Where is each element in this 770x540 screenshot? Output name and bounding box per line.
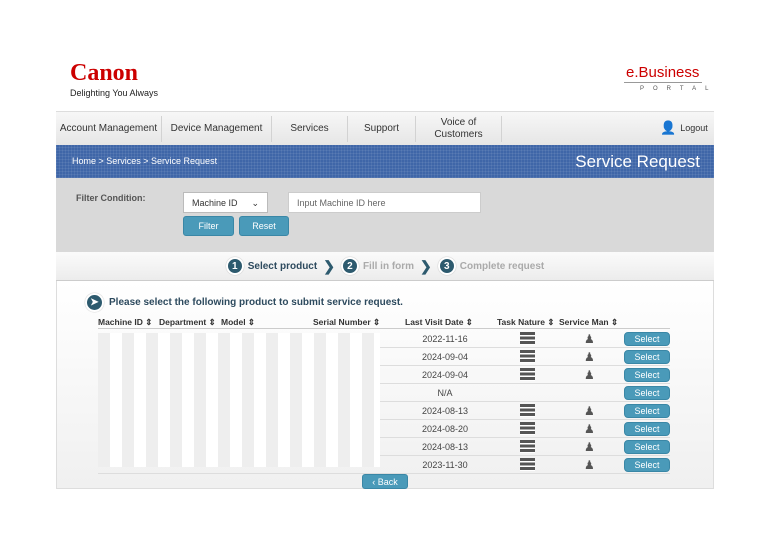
- logout-link[interactable]: 👤 Logout: [660, 120, 708, 136]
- service-man-icon[interactable]: ♟: [584, 332, 595, 346]
- select-value: Machine ID: [192, 198, 238, 208]
- step-number: 2: [340, 257, 359, 275]
- service-man-icon[interactable]: ♟: [584, 368, 595, 382]
- select-button[interactable]: Select: [624, 458, 670, 472]
- machine-id-input[interactable]: Input Machine ID here: [288, 192, 481, 213]
- task-nature-icon[interactable]: [520, 440, 535, 453]
- select-button[interactable]: Select: [624, 332, 670, 346]
- filter-panel: [56, 178, 714, 252]
- header-department[interactable]: Department ⇕: [159, 317, 216, 328]
- last-visit-date: 2024-09-04: [421, 352, 469, 362]
- divider: [624, 82, 702, 83]
- main-nav: Account Management Device Management Ser…: [56, 111, 714, 145]
- last-visit-date: 2022-11-16: [422, 334, 468, 344]
- task-nature-icon[interactable]: [520, 458, 535, 471]
- select-button[interactable]: Select: [624, 422, 670, 436]
- filter-label: Filter Condition:: [76, 193, 146, 203]
- nav-services[interactable]: Services: [272, 115, 348, 142]
- nav-account-management[interactable]: Account Management: [56, 115, 162, 142]
- header-machine-id[interactable]: Machine ID ⇕: [98, 317, 152, 328]
- last-visit-date: 2023-11-30: [422, 460, 468, 470]
- redacted-cells: [98, 333, 380, 467]
- nav-voice-of-customers[interactable]: Voice of Customers: [416, 115, 502, 142]
- step-number: 1: [225, 257, 244, 275]
- progress-steps: 1 Select product ❯ 2 Fill in form ❯ 3 Co…: [56, 252, 714, 281]
- last-visit-date: 2024-08-20: [421, 424, 469, 434]
- task-nature-icon[interactable]: [520, 422, 535, 435]
- back-button[interactable]: ‹ Back: [362, 474, 408, 489]
- tagline: Delighting You Always: [70, 88, 159, 98]
- filter-button[interactable]: Filter: [183, 216, 234, 236]
- select-button[interactable]: Select: [624, 350, 670, 364]
- page-title: Service Request: [575, 152, 700, 171]
- header-last-visit-date[interactable]: Last Visit Date ⇕: [405, 317, 473, 328]
- header-task-nature[interactable]: Task Nature ⇕: [497, 317, 555, 328]
- task-nature-icon[interactable]: [520, 332, 535, 345]
- last-visit-date: 2024-08-13: [421, 442, 469, 452]
- task-nature-icon[interactable]: [520, 350, 535, 363]
- nav-device-management[interactable]: Device Management: [162, 115, 272, 142]
- canon-logo: Canon: [70, 60, 139, 86]
- header-serial-number[interactable]: Serial Number ⇕: [313, 317, 380, 328]
- task-nature-icon[interactable]: [520, 368, 535, 381]
- step-label: Fill in form: [362, 260, 415, 272]
- service-man-icon[interactable]: ♟: [584, 458, 595, 472]
- breadcrumb[interactable]: Home > Services > Service Request: [72, 156, 217, 166]
- user-icon: 👤: [660, 120, 677, 135]
- chevron-right-icon: ❯: [323, 257, 335, 274]
- service-man-icon[interactable]: ♟: [584, 404, 595, 418]
- nav-support[interactable]: Support: [348, 115, 416, 142]
- service-man-icon[interactable]: ♟: [584, 440, 595, 454]
- header-service-man[interactable]: Service Man ⇕: [559, 317, 618, 328]
- chevron-down-icon: ⌄: [251, 198, 259, 208]
- select-button[interactable]: Select: [624, 404, 670, 418]
- select-button[interactable]: Select: [624, 386, 670, 400]
- step-number: 3: [437, 257, 456, 275]
- last-visit-date: 2024-09-04: [421, 370, 469, 380]
- service-man-icon[interactable]: ♟: [584, 422, 595, 436]
- instruction: ➤ Please select the following product to …: [85, 293, 403, 312]
- portal-label: PORTAL: [640, 86, 718, 92]
- last-visit-date: N/A: [437, 388, 453, 398]
- task-nature-icon[interactable]: [520, 404, 535, 417]
- reset-button[interactable]: Reset: [239, 216, 289, 236]
- last-visit-date: 2024-08-13: [421, 406, 469, 416]
- step-label: Complete request: [459, 260, 545, 272]
- instruction-text: Please select the following product to s…: [109, 297, 403, 308]
- logout-label: Logout: [680, 123, 708, 133]
- ebusiness-logo: e.Business: [626, 64, 700, 81]
- cursor-icon: ➤: [85, 293, 104, 312]
- chevron-right-icon: ❯: [420, 257, 432, 274]
- header-model[interactable]: Model ⇕: [221, 317, 255, 328]
- divider: [98, 328, 670, 329]
- select-button[interactable]: Select: [624, 368, 670, 382]
- service-man-icon[interactable]: ♟: [584, 350, 595, 364]
- select-button[interactable]: Select: [624, 440, 670, 454]
- filter-type-select[interactable]: Machine ID ⌄: [183, 192, 268, 213]
- step-label: Select product: [247, 260, 318, 272]
